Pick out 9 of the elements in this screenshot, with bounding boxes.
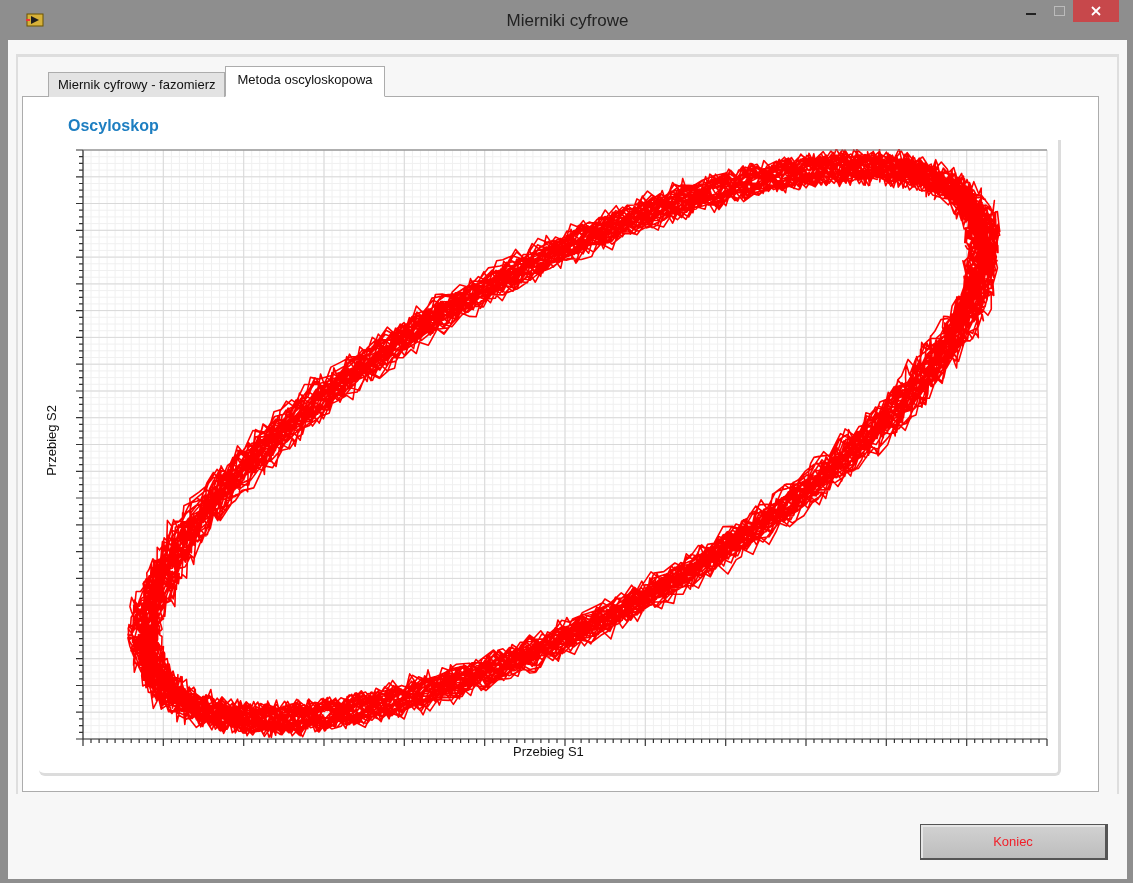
- tab[interactable]: Metoda oscyloskopowa: [225, 66, 385, 97]
- x-axis-label: Przebieg S1: [513, 744, 584, 759]
- tab[interactable]: Miernik cyfrowy - fazomierz: [48, 72, 226, 97]
- window-title: Mierniki cyfrowe: [506, 11, 629, 30]
- close-button[interactable]: [1073, 0, 1119, 22]
- y-axis-label: Przebieg S2: [44, 405, 59, 476]
- app-icon[interactable]: [26, 13, 44, 27]
- chart-title: Oscyloskop: [68, 117, 159, 135]
- close-icon: [1091, 6, 1101, 16]
